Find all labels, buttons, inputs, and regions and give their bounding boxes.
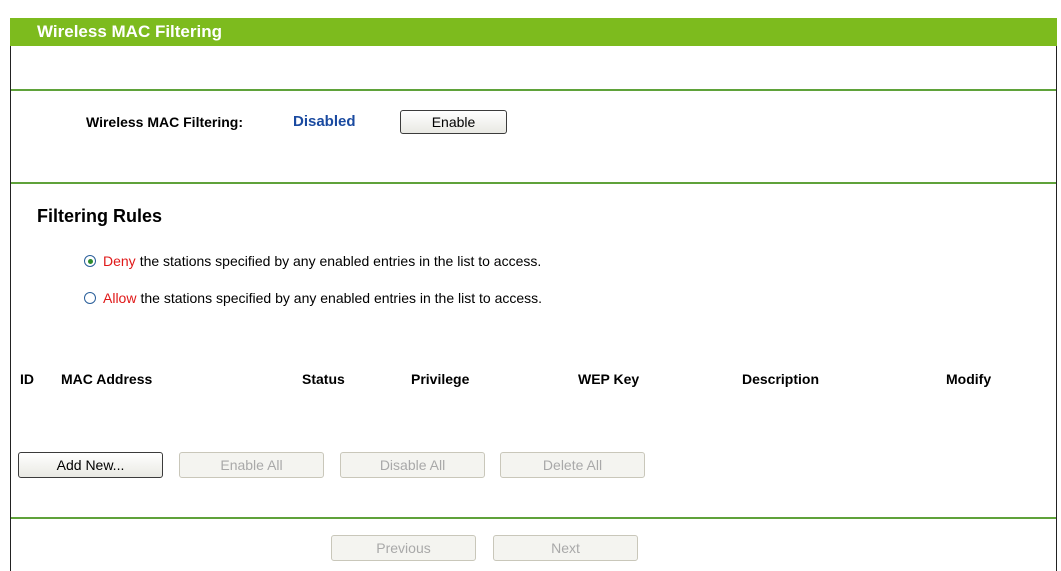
filtering-rules-title: Filtering Rules (37, 206, 163, 226)
column-header-mac-address: MAC Address (61, 371, 153, 387)
radio-unselected-icon[interactable] (84, 292, 96, 304)
page-title: Wireless MAC Filtering (10, 18, 1057, 46)
column-header-modify: Modify (946, 371, 992, 387)
rule-text-deny: the stations specified by any enabled en… (139, 253, 542, 269)
column-header-status: Status (302, 371, 345, 387)
rule-option-deny[interactable]: Deny the stations specified by any enabl… (84, 253, 541, 269)
previous-button[interactable]: Previous (331, 535, 476, 561)
add-new-button[interactable]: Add New... (18, 452, 163, 478)
column-header-description: Description (742, 371, 820, 387)
filtering-status: Disabled (293, 113, 356, 130)
divider (11, 517, 1056, 519)
rule-text-allow: the stations specified by any enabled en… (140, 290, 543, 306)
enable-filtering-button[interactable]: Enable (400, 110, 507, 134)
rule-keyword-deny: Deny (103, 253, 136, 269)
disable-all-button[interactable]: Disable All (340, 452, 485, 478)
rule-keyword-allow: Allow (103, 290, 137, 306)
next-button[interactable]: Next (493, 535, 638, 561)
column-header-privilege: Privilege (411, 371, 470, 387)
filtering-label: Wireless MAC Filtering: (86, 114, 244, 130)
delete-all-button[interactable]: Delete All (500, 452, 645, 478)
divider (11, 182, 1056, 184)
divider (11, 89, 1056, 91)
column-header-wep-key: WEP Key (578, 371, 640, 387)
column-header-id: ID (20, 371, 34, 387)
enable-all-button[interactable]: Enable All (179, 452, 324, 478)
radio-selected-icon[interactable] (84, 255, 96, 267)
rule-option-allow[interactable]: Allow the stations specified by any enab… (84, 290, 542, 306)
